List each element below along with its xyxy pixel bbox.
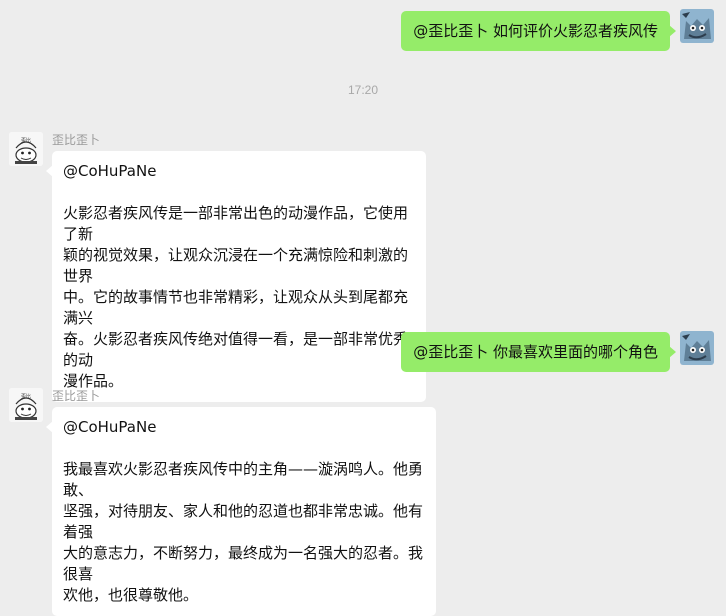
message-line: 欢他，也很尊敬他。 xyxy=(63,586,199,604)
message-line: 坚强，对待朋友、家人和他的忍道也都非常忠诚。他有着强 xyxy=(63,502,424,541)
message-line: 我最喜欢火影忍者疾风传中的主角——漩涡鸣人。他勇敢、 xyxy=(63,460,424,499)
sender-name: 歪比歪卜 xyxy=(52,389,101,403)
cat-avatar-icon xyxy=(680,9,714,43)
message-line: 奋。火影忍者疾风传绝对值得一看，是一部非常优秀的动 xyxy=(63,330,409,369)
message-line: 颖的视觉效果，让观众沉浸在一个充满惊险和刺激的世界 xyxy=(63,246,409,285)
message-line: 火影忍者疾风传是一部非常出色的动漫作品，它使用了新 xyxy=(63,204,409,243)
svg-text:歪比: 歪比 xyxy=(21,137,31,144)
doraemon-avatar-icon: 歪比 xyxy=(9,132,43,166)
message-text: @歪比歪卜 如何评价火影忍者疾风传 xyxy=(413,22,658,40)
message-line: 中。它的故事情节也非常精彩，让观众从头到尾都充满兴 xyxy=(63,288,409,327)
bot-avatar[interactable]: 歪比 xyxy=(9,132,43,166)
chat-timestamp: 17:20 xyxy=(347,83,379,97)
outgoing-message-bubble[interactable]: @歪比歪卜 你最喜欢里面的哪个角色 xyxy=(401,332,676,372)
message-text: @歪比歪卜 你最喜欢里面的哪个角色 xyxy=(413,343,658,361)
cat-avatar-icon xyxy=(680,331,714,365)
bot-avatar[interactable]: 歪比 xyxy=(9,388,43,422)
user-avatar[interactable] xyxy=(680,9,714,43)
message-line: 漫作品。 xyxy=(63,372,124,390)
incoming-message-bubble[interactable]: @CoHuPaNe 我最喜欢火影忍者疾风传中的主角——漩涡鸣人。他勇敢、 坚强，… xyxy=(46,407,436,616)
incoming-message-bubble[interactable]: @CoHuPaNe 火影忍者疾风传是一部非常出色的动漫作品，它使用了新 颖的视觉… xyxy=(46,151,426,402)
message-mention: @CoHuPaNe xyxy=(63,162,157,180)
message-line: 大的意志力，不断努力，最终成为一名强大的忍者。我很喜 xyxy=(63,544,424,583)
svg-text:歪比: 歪比 xyxy=(21,393,31,400)
outgoing-message-bubble[interactable]: @歪比歪卜 如何评价火影忍者疾风传 xyxy=(401,11,676,51)
sender-name: 歪比歪卜 xyxy=(52,133,101,147)
user-avatar[interactable] xyxy=(680,331,714,365)
message-mention: @CoHuPaNe xyxy=(63,418,157,436)
doraemon-avatar-icon: 歪比 xyxy=(9,388,43,422)
